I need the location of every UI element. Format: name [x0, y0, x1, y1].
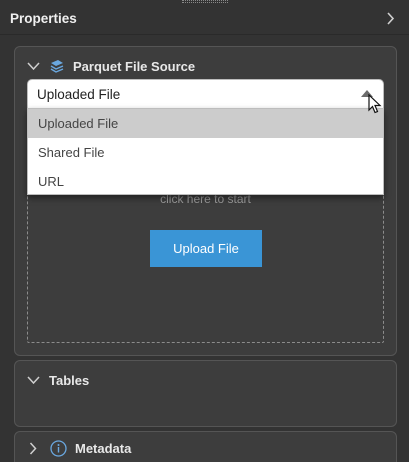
option-uploaded-file[interactable]: Uploaded File: [28, 109, 383, 138]
source-type-dropdown-list: Uploaded File Shared File URL: [27, 108, 384, 195]
metadata-panel: Metadata: [14, 431, 397, 462]
chevron-right-icon[interactable]: [383, 12, 397, 26]
tables-panel: Tables: [14, 360, 397, 427]
info-icon: [49, 439, 67, 457]
metadata-panel-header[interactable]: Metadata: [25, 439, 131, 457]
source-panel-title: Parquet File Source: [73, 58, 196, 74]
chevron-down-icon[interactable]: [25, 58, 41, 74]
option-shared-file[interactable]: Shared File: [28, 138, 383, 167]
source-type-select[interactable]: Uploaded File: [27, 79, 384, 109]
tables-panel-header[interactable]: Tables: [25, 371, 89, 389]
properties-header: Properties: [0, 3, 409, 35]
mouse-cursor-icon: [368, 93, 382, 119]
chevron-right-icon[interactable]: [25, 440, 41, 456]
chevron-down-icon[interactable]: [25, 372, 41, 388]
source-type-value: Uploaded File: [37, 86, 121, 102]
upload-file-button[interactable]: Upload File: [150, 230, 262, 267]
source-panel-header[interactable]: Parquet File Source: [25, 57, 195, 75]
parquet-layers-icon: [49, 58, 65, 74]
metadata-panel-title: Metadata: [75, 440, 132, 456]
option-url[interactable]: URL: [28, 167, 383, 196]
page-title: Properties: [10, 11, 77, 26]
tables-panel-title: Tables: [49, 372, 90, 388]
parquet-source-panel: Parquet File Source click here to start …: [14, 46, 397, 356]
